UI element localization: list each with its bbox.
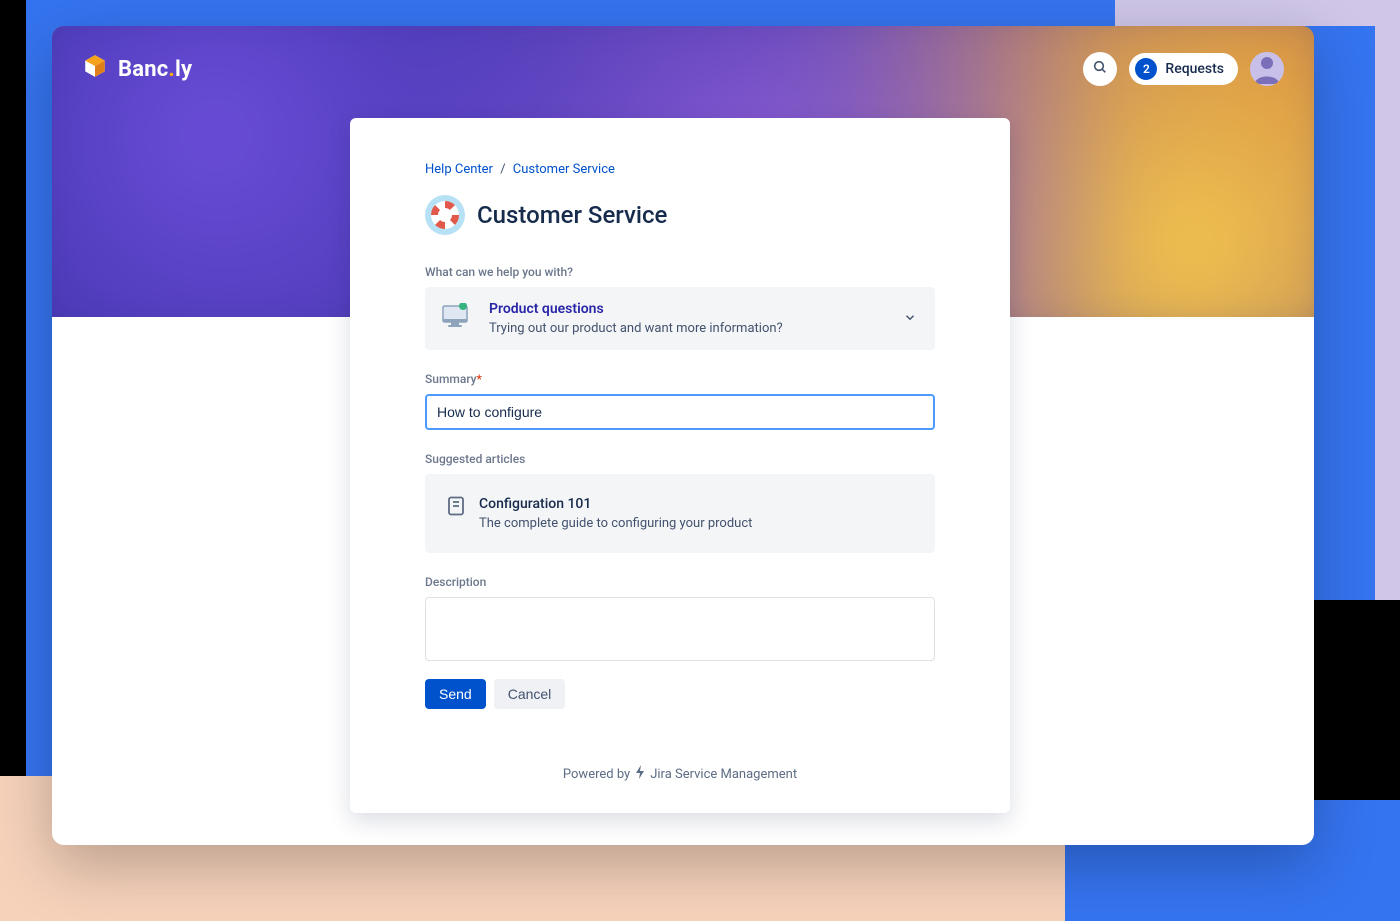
brand-cube-icon	[82, 53, 108, 85]
app-window: Banc.ly 2 Requests	[52, 26, 1314, 845]
suggested-articles-label: Suggested articles	[425, 452, 935, 466]
cancel-button[interactable]: Cancel	[494, 679, 566, 709]
breadcrumb: Help Center / Customer Service	[425, 162, 935, 177]
avatar[interactable]	[1250, 52, 1284, 86]
summary-input[interactable]	[425, 394, 935, 430]
breadcrumb-root[interactable]: Help Center	[425, 162, 493, 177]
chevron-down-icon	[903, 309, 917, 328]
suggested-subtitle: The complete guide to configuring your p…	[479, 516, 752, 531]
description-textarea[interactable]	[425, 597, 935, 661]
help-with-label: What can we help you with?	[425, 265, 935, 279]
search-icon	[1092, 59, 1108, 79]
avatar-icon	[1250, 52, 1284, 86]
requests-count-badge: 2	[1135, 58, 1157, 80]
request-type-title: Product questions	[489, 301, 783, 317]
description-label: Description	[425, 575, 935, 589]
suggested-article[interactable]: Configuration 101 The complete guide to …	[425, 474, 935, 553]
suggested-title: Configuration 101	[479, 496, 752, 512]
search-button[interactable]	[1083, 52, 1117, 86]
lifering-icon	[425, 195, 465, 235]
brand-logo[interactable]: Banc.ly	[82, 53, 192, 85]
request-type-select[interactable]: Product questions Trying out our product…	[425, 287, 935, 350]
requests-label: Requests	[1165, 61, 1224, 77]
brand-name: Banc.ly	[118, 57, 192, 82]
powered-by: Powered by Jira Service Management	[425, 765, 935, 783]
request-form-card: Help Center / Customer Service	[350, 118, 1010, 813]
summary-label: Summary*	[425, 372, 935, 386]
request-type-subtitle: Trying out our product and want more inf…	[489, 321, 783, 336]
requests-button[interactable]: 2 Requests	[1129, 53, 1238, 85]
monitor-icon	[442, 303, 472, 333]
jira-bolt-icon	[634, 765, 646, 783]
send-button[interactable]: Send	[425, 679, 486, 709]
article-icon	[447, 496, 465, 531]
page-title: Customer Service	[477, 201, 667, 229]
breadcrumb-page[interactable]: Customer Service	[513, 162, 615, 177]
topbar: Banc.ly 2 Requests	[52, 26, 1314, 86]
